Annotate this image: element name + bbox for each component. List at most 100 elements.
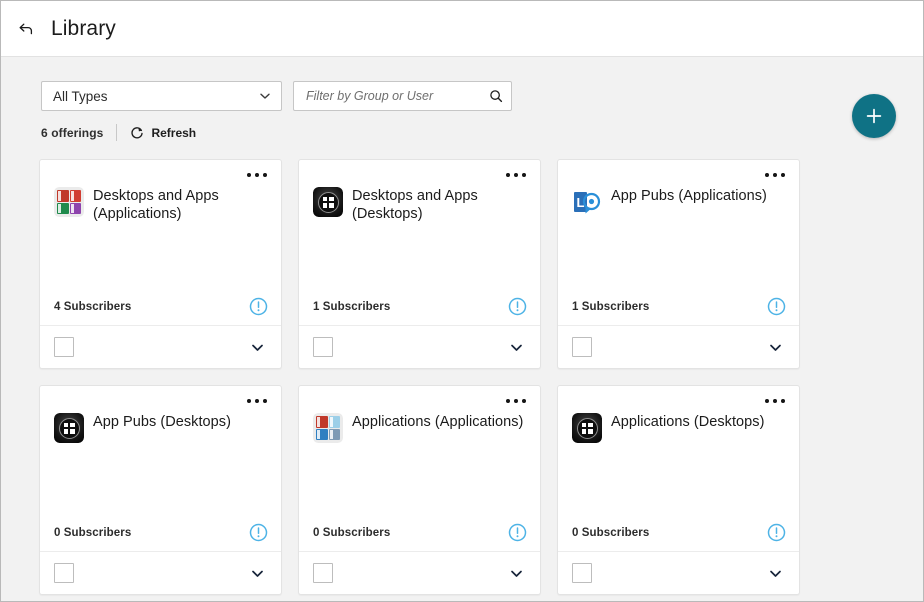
search-icon[interactable]: [489, 89, 503, 103]
card-app-icon: [313, 187, 343, 217]
refresh-icon: [130, 126, 144, 140]
offering-card[interactable]: Applications (Desktops) 0 Subscribers: [557, 385, 800, 595]
app-tile: [316, 428, 328, 440]
card-title: Applications (Desktops): [611, 414, 765, 430]
page-title: Library: [51, 16, 116, 40]
card-status-row: 0 Subscribers: [572, 523, 786, 551]
card-title: Desktops and Apps (Desktops): [352, 188, 478, 222]
expand-card-chevron-down-icon[interactable]: [249, 339, 266, 356]
page-header: Library: [1, 1, 923, 57]
windows-ring: [576, 417, 598, 439]
kebab-menu-icon[interactable]: [503, 170, 529, 180]
card-status-row: 1 Subscribers: [572, 297, 786, 325]
subscriber-count: 1 Subscribers: [313, 300, 391, 313]
card-select-checkbox[interactable]: [572, 337, 592, 357]
card-header: Desktops and Apps (Desktops): [313, 187, 526, 223]
filter-toolbar: All Types: [1, 57, 923, 111]
windows-logo-glyph: [63, 422, 75, 434]
windows-logo-glyph: [581, 422, 593, 434]
offering-card[interactable]: Desktops and Apps (Applications) 4 Subscr…: [39, 159, 282, 369]
offering-card[interactable]: Applications (Applications) 0 Subscribers: [298, 385, 541, 595]
card-select-checkbox[interactable]: [313, 563, 333, 583]
windows-desktop-icon: [54, 413, 84, 443]
kebab-menu-icon[interactable]: [244, 396, 270, 406]
card-body: Desktops and Apps (Applications) 4 Subscr…: [40, 160, 281, 325]
expand-card-chevron-down-icon[interactable]: [767, 339, 784, 356]
app-tile: [69, 202, 81, 214]
windows-ring: [58, 417, 80, 439]
subscriber-count: 0 Subscribers: [572, 526, 650, 539]
card-body: Applications (Desktops) 0 Subscribers: [558, 386, 799, 551]
card-app-icon: [572, 413, 602, 443]
card-status-row: 1 Subscribers: [313, 297, 527, 325]
expand-card-chevron-down-icon[interactable]: [249, 565, 266, 582]
office-apps-icon: [54, 187, 84, 217]
offering-card-grid: Desktops and Apps (Applications) 4 Subscr…: [39, 159, 819, 595]
card-select-checkbox[interactable]: [313, 337, 333, 357]
card-status-row: 0 Subscribers: [313, 523, 527, 551]
kebab-menu-icon[interactable]: [762, 170, 788, 180]
results-summary-row: 6 offerings Refresh: [41, 124, 923, 141]
back-arrow-icon[interactable]: [13, 16, 39, 42]
alert-info-icon[interactable]: [249, 523, 268, 542]
group-user-filter[interactable]: [293, 81, 512, 111]
card-header: L App Pubs (Applications): [572, 187, 785, 217]
card-title: Applications (Applications): [352, 414, 524, 430]
windows-desktop-icon: [572, 413, 602, 443]
windows-desktop-icon: [313, 187, 343, 217]
card-header: Applications (Desktops): [572, 413, 785, 443]
offering-card[interactable]: App Pubs (Desktops) 0 Subscribers: [39, 385, 282, 595]
expand-card-chevron-down-icon[interactable]: [767, 565, 784, 582]
card-body: Desktops and Apps (Desktops) 1 Subscriber…: [299, 160, 540, 325]
card-status-row: 4 Subscribers: [54, 297, 268, 325]
refresh-button[interactable]: Refresh: [130, 126, 196, 140]
alert-info-icon[interactable]: [767, 297, 786, 316]
card-select-checkbox[interactable]: [54, 563, 74, 583]
kebab-menu-icon[interactable]: [503, 396, 529, 406]
alert-info-icon[interactable]: [508, 297, 527, 316]
card-body: L App Pubs (Applications) 1 Subscribers: [558, 160, 799, 325]
card-select-checkbox[interactable]: [54, 337, 74, 357]
card-footer: [40, 325, 281, 368]
card-footer: [40, 551, 281, 594]
subscriber-count: 0 Subscribers: [54, 526, 132, 539]
card-select-checkbox[interactable]: [572, 563, 592, 583]
alert-info-icon[interactable]: [767, 523, 786, 542]
app-tile: [316, 416, 328, 428]
lync-app-icon: L: [572, 192, 602, 217]
alert-info-icon[interactable]: [508, 523, 527, 542]
windows-logo-glyph: [322, 196, 334, 208]
alert-info-icon[interactable]: [249, 297, 268, 316]
app-tile: [328, 416, 340, 428]
expand-card-chevron-down-icon[interactable]: [508, 339, 525, 356]
card-title: App Pubs (Applications): [611, 188, 767, 204]
card-header: App Pubs (Desktops): [54, 413, 267, 443]
library-page: Library All Types 6 offerings: [0, 0, 924, 602]
kebab-menu-icon[interactable]: [762, 396, 788, 406]
subscriber-count: 1 Subscribers: [572, 300, 650, 313]
add-offering-button[interactable]: [852, 94, 896, 138]
plus-icon: [863, 105, 885, 127]
card-status-row: 0 Subscribers: [54, 523, 268, 551]
offering-card[interactable]: L App Pubs (Applications) 1 Subscribers: [557, 159, 800, 369]
type-filter-select[interactable]: All Types: [41, 81, 282, 111]
divider: [116, 124, 118, 141]
office-apps-icon: [313, 413, 343, 443]
type-filter-value: All Types: [53, 88, 108, 104]
offering-card[interactable]: Desktops and Apps (Desktops) 1 Subscriber…: [298, 159, 541, 369]
kebab-menu-icon[interactable]: [244, 170, 270, 180]
card-app-icon: L: [572, 187, 602, 217]
subscriber-count: 0 Subscribers: [313, 526, 391, 539]
card-app-icon: [54, 413, 84, 443]
app-tile: [69, 190, 81, 202]
card-body: App Pubs (Desktops) 0 Subscribers: [40, 386, 281, 551]
chevron-down-icon: [258, 89, 272, 103]
card-footer: [558, 551, 799, 594]
card-title: Desktops and Apps (Applications): [93, 188, 219, 222]
card-app-icon: [54, 187, 84, 217]
search-input[interactable]: [304, 88, 489, 104]
card-body: Applications (Applications) 0 Subscribers: [299, 386, 540, 551]
app-tile: [57, 190, 69, 202]
expand-card-chevron-down-icon[interactable]: [508, 565, 525, 582]
windows-ring: [317, 191, 339, 213]
